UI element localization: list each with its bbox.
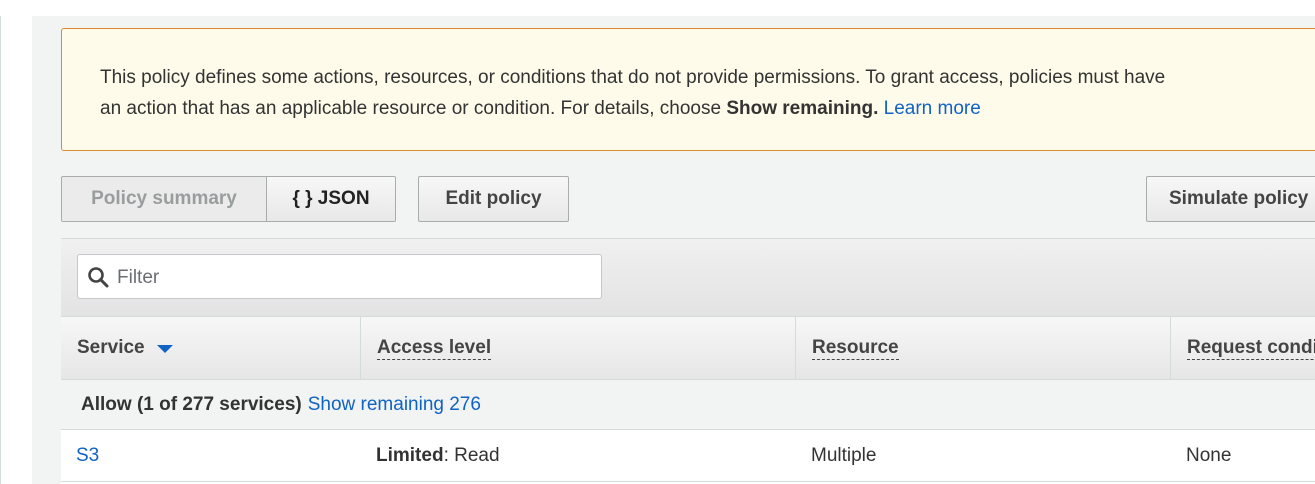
request-condition-cell: None xyxy=(1186,445,1232,466)
table-header: Service Access level Resource Request co… xyxy=(61,317,1315,380)
notice-text: an action that has an applicable resourc… xyxy=(100,98,727,119)
sort-down-icon[interactable] xyxy=(156,345,173,353)
policy-panel: This policy defines some actions, resour… xyxy=(32,16,1315,484)
warning-notice: This policy defines some actions, resour… xyxy=(61,28,1315,151)
filter-field[interactable] xyxy=(77,254,602,300)
table-row: S3 Limited: Read Multiple None xyxy=(61,431,1315,482)
json-tab[interactable]: { } JSON xyxy=(266,176,396,222)
search-icon xyxy=(88,267,109,288)
show-remaining-link[interactable]: Show remaining 276 xyxy=(308,394,481,416)
allow-group-row: Allow (1 of 277 services) Show remaining… xyxy=(61,380,1315,430)
column-request-condition-label[interactable]: Request condition xyxy=(1187,337,1315,360)
policy-summary-tab[interactable]: Policy summary xyxy=(61,176,267,222)
simulate-policy-button[interactable]: Simulate policy xyxy=(1146,176,1315,222)
column-service-label: Service xyxy=(77,337,145,358)
column-service[interactable]: Service xyxy=(61,317,361,379)
service-link[interactable]: S3 xyxy=(76,445,99,467)
access-level-cell: Limited: Read xyxy=(376,431,500,481)
access-level-rest: : Read xyxy=(443,445,500,466)
policy-table: Service Access level Resource Request co… xyxy=(61,238,1315,484)
resource-cell: Multiple xyxy=(811,445,877,466)
filter-bar xyxy=(61,239,1315,317)
notice-line-2: an action that has an applicable resourc… xyxy=(100,93,1282,124)
column-access-level-label[interactable]: Access level xyxy=(377,337,492,360)
column-resource-label[interactable]: Resource xyxy=(812,337,899,360)
column-resource[interactable]: Resource xyxy=(796,317,1171,379)
column-access-level[interactable]: Access level xyxy=(361,317,796,379)
allow-group-label: Allow (1 of 277 services) xyxy=(81,393,302,415)
access-level-bold: Limited xyxy=(376,445,444,466)
left-divider xyxy=(0,16,1,484)
notice-bold: Show remaining. xyxy=(726,98,879,119)
filter-input[interactable] xyxy=(115,255,589,300)
edit-policy-button[interactable]: Edit policy xyxy=(418,176,569,222)
column-request-condition[interactable]: Request condition xyxy=(1171,317,1315,379)
learn-more-link[interactable]: Learn more xyxy=(884,98,981,119)
notice-line-1: This policy defines some actions, resour… xyxy=(100,67,1166,88)
